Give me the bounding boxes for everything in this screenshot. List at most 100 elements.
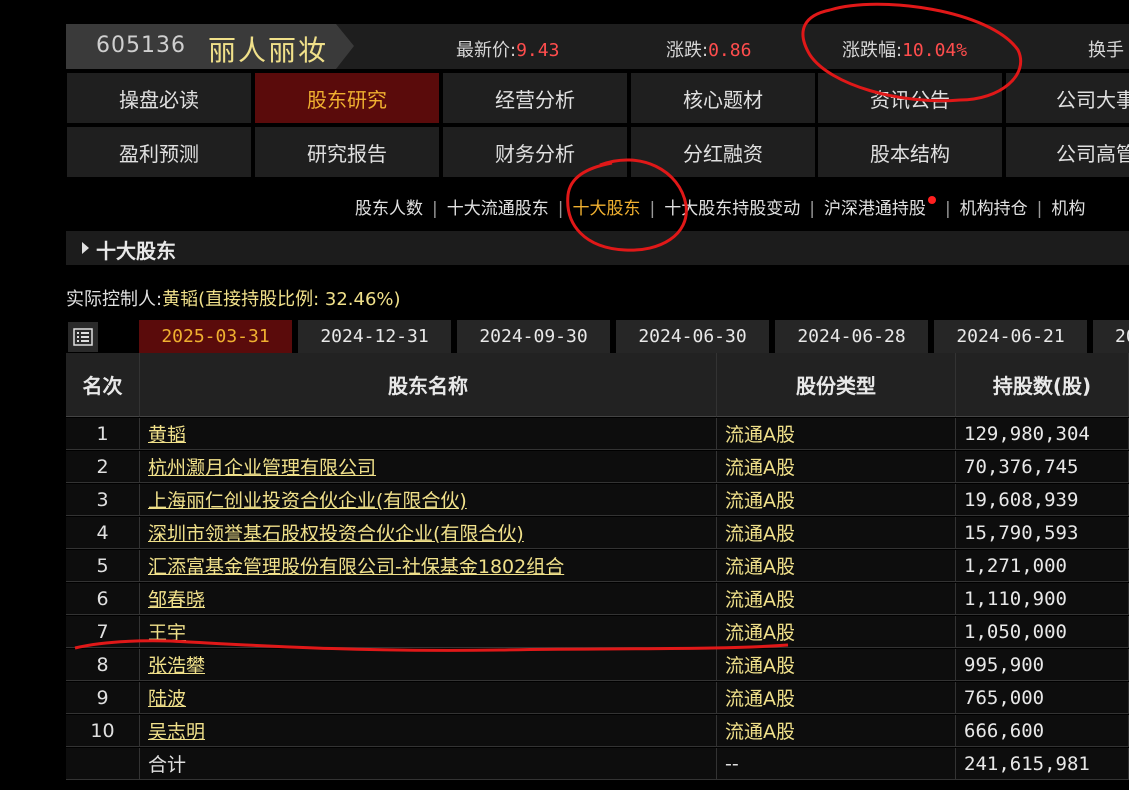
subtab-separator: | (809, 199, 815, 219)
cell-rank: 6 (66, 583, 140, 615)
table-row: 1 黄韬 流通A股 129,980,304 (66, 418, 1129, 451)
nav-tab-capital-structure[interactable]: 股本结构 (818, 127, 1002, 177)
header-shares-held: 持股数(股) (956, 353, 1129, 417)
subtab-separator: | (944, 199, 951, 219)
nav-tab-shareholder-research[interactable]: 股东研究 (255, 73, 439, 123)
cell-rank: 1 (66, 418, 140, 450)
total-label: 合计 (140, 748, 717, 780)
cell-shareholder-name: 黄韬 (140, 418, 717, 450)
nav-tab-business-analysis[interactable]: 经营分析 (443, 73, 627, 123)
nav-tab-trading-guide[interactable]: 操盘必读 (67, 73, 251, 123)
cell-shares-held: 19,608,939 (956, 484, 1129, 516)
cell-rank: 3 (66, 484, 140, 516)
cell-share-type: 流通A股 (717, 550, 956, 582)
table-row: 10 吴志明 流通A股 666,600 (66, 715, 1129, 748)
table-header-row: 名次 股东名称 股份类型 持股数(股) (66, 353, 1129, 417)
cell-shares-held: 129,980,304 (956, 418, 1129, 450)
cell-shares-held: 1,050,000 (956, 616, 1129, 648)
subtab-top10-shareholders[interactable]: 十大股东 (572, 199, 640, 219)
date-tab-2024-09-30[interactable]: 2024-09-30 (457, 320, 610, 353)
section-header[interactable]: 十大股东 (66, 231, 1129, 265)
table-row: 9 陆波 流通A股 765,000 (66, 682, 1129, 715)
cell-share-type: 流通A股 (717, 616, 956, 648)
cell-shareholder-name: 上海丽仁创业投资合伙企业(有限合伙) (140, 484, 717, 516)
cell-rank: 10 (66, 715, 140, 747)
nav-tab-research-reports[interactable]: 研究报告 (255, 127, 439, 177)
subtab-separator: | (557, 199, 564, 219)
table-row: 2 杭州灏月企业管理有限公司 流通A股 70,376,745 (66, 451, 1129, 484)
table-row: 3 上海丽仁创业投资合伙企业(有限合伙) 流通A股 19,608,939 (66, 484, 1129, 517)
stock-name-arrow (336, 24, 354, 69)
cell-shareholder-name: 邹春晓 (140, 583, 717, 615)
cell-shareholder-name: 吴志明 (140, 715, 717, 747)
cell-share-type: 流通A股 (717, 418, 956, 450)
total-shares-held: 241,615,981 (956, 748, 1129, 780)
cell-shares-held: 70,376,745 (956, 451, 1129, 483)
table-row: 7 王宇 流通A股 1,050,000 (66, 616, 1129, 649)
nav-tab-executives[interactable]: 公司高管 (1006, 127, 1129, 177)
shareholder-link[interactable]: 黄韬 (148, 420, 186, 447)
subtab-separator: | (649, 199, 656, 219)
cell-shares-held: 1,271,000 (956, 550, 1129, 582)
cell-share-type: 流通A股 (717, 484, 956, 516)
shareholder-link[interactable]: 张浩攀 (148, 651, 205, 678)
shareholder-link[interactable]: 杭州灏月企业管理有限公司 (148, 453, 376, 480)
date-tab-2025-03-31[interactable]: 2025-03-31 (139, 320, 292, 353)
shareholder-link[interactable]: 王宇 (148, 618, 186, 645)
cell-shareholder-name: 王宇 (140, 616, 717, 648)
subtab-top10-changes[interactable]: 十大股东持股变动 (664, 199, 800, 219)
shareholder-link[interactable]: 深圳市领誉基石股权投资合伙企业(有限合伙) (148, 519, 524, 546)
nav-tab-financial-analysis[interactable]: 财务分析 (443, 127, 627, 177)
stock-name: 丽人丽妆 (208, 34, 329, 67)
cell-shareholder-name: 汇添富基金管理股份有限公司-社保基金1802组合 (140, 550, 717, 582)
date-tab-2024-12-31[interactable]: 2024-12-31 (298, 320, 451, 353)
date-tab-2024-06-21[interactable]: 2024-06-21 (934, 320, 1087, 353)
cell-shareholder-name: 陆波 (140, 682, 717, 714)
shareholder-link[interactable]: 陆波 (148, 684, 186, 711)
cell-shareholder-name: 张浩攀 (140, 649, 717, 681)
metric-latest-price: 最新价:9.43 (456, 40, 560, 61)
subtab-hk-connect[interactable]: 沪深港通持股 (824, 199, 926, 219)
table-row: 8 张浩攀 流通A股 995,900 (66, 649, 1129, 682)
section-title: 十大股东 (96, 239, 176, 263)
new-dot-icon (927, 196, 936, 204)
stock-header-bar: 605136 丽人丽妆 最新价:9.43 涨跌:0.86 涨跌幅:10.04% … (66, 24, 1129, 69)
nav-tab-company-events[interactable]: 公司大事 (1006, 73, 1129, 123)
date-tab-2024-06-28[interactable]: 2024-06-28 (775, 320, 928, 353)
subtab-institution-more[interactable]: 机构 (1051, 199, 1085, 219)
subtab-shareholder-count[interactable]: 股东人数 (355, 199, 423, 219)
shareholder-link[interactable]: 吴志明 (148, 717, 205, 744)
cell-shares-held: 765,000 (956, 682, 1129, 714)
subtab-top10-float[interactable]: 十大流通股东 (447, 199, 549, 219)
cell-share-type: 流通A股 (717, 715, 956, 747)
metric-change: 涨跌:0.86 (666, 40, 752, 61)
cell-shares-held: 666,600 (956, 715, 1129, 747)
shareholder-link[interactable]: 汇添富基金管理股份有限公司-社保基金1802组合 (148, 552, 564, 579)
shareholder-link[interactable]: 上海丽仁创业投资合伙企业(有限合伙) (148, 486, 467, 513)
nav-tab-dividends[interactable]: 分红融资 (631, 127, 815, 177)
nav-tab-core-themes[interactable]: 核心题材 (631, 73, 815, 123)
date-tab-more[interactable]: 20 (1093, 320, 1129, 353)
shareholder-link[interactable]: 邹春晓 (148, 585, 205, 612)
subtab-institution-holdings[interactable]: 机构持仓 (960, 199, 1028, 219)
date-tab-2024-06-30[interactable]: 2024-06-30 (616, 320, 769, 353)
total-share-type: -- (717, 748, 956, 780)
cell-rank: 8 (66, 649, 140, 681)
stock-code: 605136 (96, 33, 186, 58)
subtab-separator: | (432, 199, 438, 219)
list-view-icon[interactable] (68, 322, 98, 352)
header-shareholder-name: 股东名称 (140, 353, 717, 417)
nav-tab-news[interactable]: 资讯公告 (818, 73, 1002, 123)
cell-share-type: 流通A股 (717, 583, 956, 615)
subtab-separator: | (1036, 199, 1043, 219)
sub-tab-bar: 股东人数 | 十大流通股东 | 十大股东 | 十大股东持股变动 | 沪深港通持股 | 机构持仓 | 机构 (355, 194, 1085, 219)
cell-shares-held: 995,900 (956, 649, 1129, 681)
cell-shares-held: 15,790,593 (956, 517, 1129, 549)
nav-tab-earnings-forecast[interactable]: 盈利预测 (67, 127, 251, 177)
table-total-row: 合计 -- 241,615,981 (66, 748, 1129, 781)
table-row: 6 邹春晓 流通A股 1,110,900 (66, 583, 1129, 616)
controller-label: 实际控制人: (66, 289, 163, 310)
cell-share-type: 流通A股 (717, 682, 956, 714)
cell-shareholder-name: 杭州灏月企业管理有限公司 (140, 451, 717, 483)
cell-rank: 5 (66, 550, 140, 582)
